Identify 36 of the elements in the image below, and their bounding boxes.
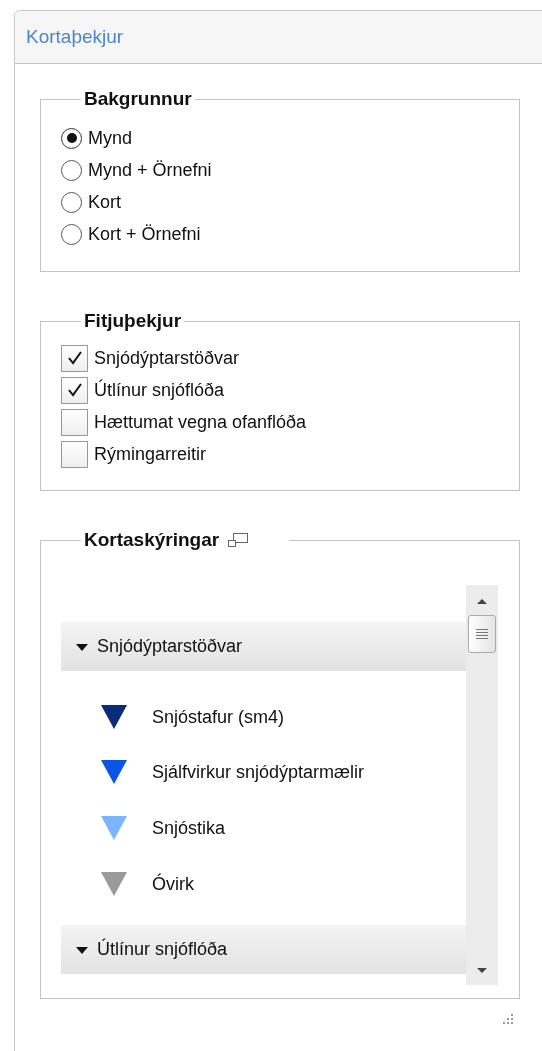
radio-label: Kort + Örnefni <box>88 223 201 245</box>
checkbox-label: Útlínur snjóflóða <box>94 379 225 401</box>
radio-button[interactable] <box>61 191 82 213</box>
legend-label: Sjálfvirkur snjódýptarmælir <box>152 761 365 783</box>
radio-label: Mynd <box>88 127 132 149</box>
caret-icon <box>75 641 89 652</box>
checkbox[interactable] <box>61 440 88 468</box>
panel-title: Kortaþekjur <box>26 26 124 48</box>
legend-label: Óvirk <box>152 873 194 895</box>
check-icon <box>65 381 84 399</box>
fieldset-legend: Kortaskýringar <box>84 529 220 551</box>
fieldset-legend: Fitjuþekjur <box>84 310 182 331</box>
scrollbar[interactable] <box>466 585 498 985</box>
checkbox[interactable] <box>61 344 88 372</box>
scroll-up-icon[interactable] <box>475 597 489 605</box>
radio-button[interactable] <box>61 127 82 149</box>
radio-button[interactable] <box>61 159 82 181</box>
fieldset-legend: Bakgrunnur <box>84 88 192 109</box>
legend-group-header[interactable]: Snjódýptarstöðvar <box>61 622 466 671</box>
radio-label: Mynd + Örnefni <box>88 159 212 181</box>
legend-label: Snjóstika <box>152 817 226 839</box>
radio-label: Kort <box>88 191 121 213</box>
check-icon <box>65 349 84 367</box>
legend-group-header[interactable]: Útlínur snjóflóða <box>61 925 466 974</box>
popout-icon[interactable] <box>227 532 250 548</box>
checkbox[interactable] <box>61 376 88 404</box>
caret-icon <box>75 944 89 955</box>
checkbox-label: Rýmingarreitir <box>94 443 207 465</box>
radio-button[interactable] <box>61 223 82 245</box>
scroll-down-icon[interactable] <box>475 967 489 975</box>
scrollbar-thumb[interactable] <box>468 615 496 653</box>
checkbox[interactable] <box>61 408 88 436</box>
checkbox-label: Snjódýptarstöðvar <box>94 347 240 369</box>
checkbox-label: Hættumat vegna ofanflóða <box>94 411 307 433</box>
resize-grip-icon[interactable] <box>500 1013 514 1027</box>
legend-label: Snjóstafur (sm4) <box>152 706 285 728</box>
